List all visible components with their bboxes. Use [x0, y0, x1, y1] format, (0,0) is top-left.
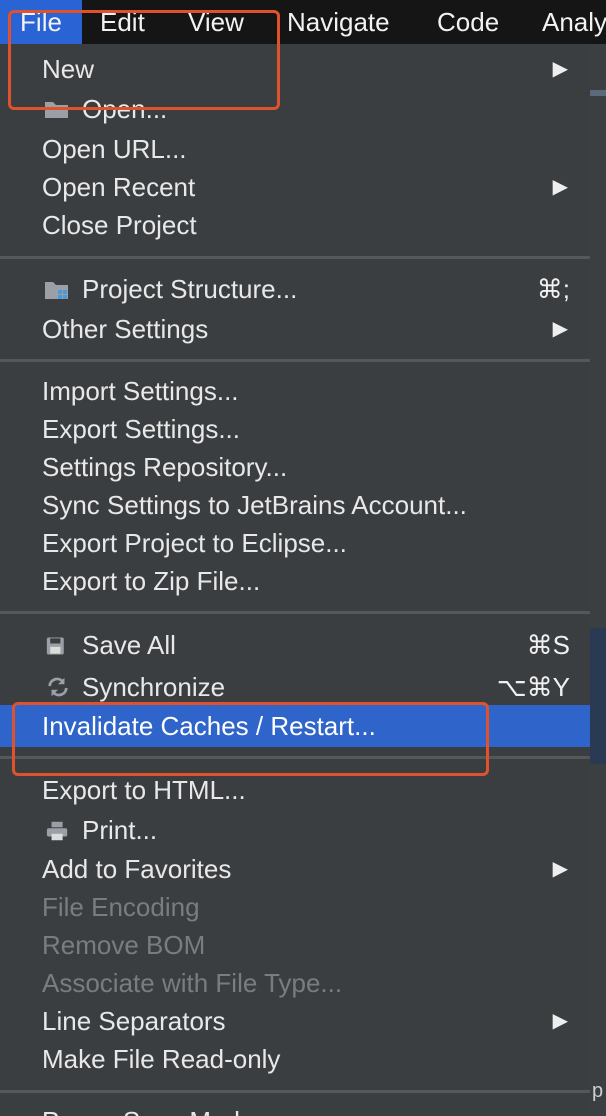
menu-item-label: Add to Favorites: [42, 854, 232, 884]
menu-item-label: Synchronize: [82, 672, 226, 702]
menu-item-open-url[interactable]: Open URL...: [0, 130, 590, 168]
menu-item-label: Settings Repository...: [42, 452, 288, 482]
menu-item-synchronize[interactable]: Synchronize ⌥⌘Y: [0, 668, 590, 706]
menu-item-label: Line Separators: [42, 1006, 226, 1036]
menu-item-close-project[interactable]: Close Project: [0, 206, 590, 244]
menu-item-add-to-favorites[interactable]: Add to Favorites ▶: [0, 850, 590, 888]
submenu-arrow-icon: ▶: [552, 318, 568, 340]
menu-item-label: Export to Zip File...: [42, 566, 261, 596]
background-selection: [590, 628, 606, 764]
background-edge-text: p: [592, 1080, 604, 1102]
printer-icon: [46, 821, 68, 841]
menu-item-export-eclipse[interactable]: Export Project to Eclipse...: [0, 524, 590, 562]
submenu-arrow-icon: ▶: [552, 858, 568, 880]
menu-item-remove-bom: Remove BOM: [0, 926, 590, 964]
menu-item-label: Open Recent: [42, 172, 196, 202]
shortcut-label: ⌥⌘Y: [496, 672, 570, 702]
menu-item-export-html[interactable]: Export to HTML...: [0, 771, 590, 809]
menu-separator: [0, 1090, 590, 1093]
background-tab-indicator: [590, 90, 606, 96]
menu-item-export-zip[interactable]: Export to Zip File...: [0, 562, 590, 600]
menu-item-sync-settings[interactable]: Sync Settings to JetBrains Account...: [0, 486, 590, 524]
refresh-icon: [48, 677, 68, 697]
shortcut-label: ⌘S: [526, 630, 570, 660]
menu-item-project-structure[interactable]: Project Structure... ⌘;: [0, 270, 590, 308]
annotation-highlight-invalidate: [12, 702, 489, 776]
menu-item-label: Remove BOM: [42, 930, 206, 960]
menu-item-label: Import Settings...: [42, 376, 239, 406]
menu-item-label: Project Structure...: [82, 274, 298, 304]
menu-separator: [0, 256, 590, 259]
shortcut-label: ⌘;: [536, 274, 570, 304]
menu-item-settings-repository[interactable]: Settings Repository...: [0, 448, 590, 486]
menu-item-label: Close Project: [42, 210, 197, 240]
menu-item-label: Open URL...: [42, 134, 187, 164]
menu-item-label: Export Settings...: [42, 414, 240, 444]
menu-item-associate-file-type: Associate with File Type...: [0, 964, 590, 1002]
submenu-arrow-icon: ▶: [552, 1010, 568, 1032]
menu-item-export-settings[interactable]: Export Settings...: [0, 410, 590, 448]
save-icon: [46, 637, 64, 655]
menubar-navigate[interactable]: Navigate: [287, 0, 390, 44]
menu-item-label: Associate with File Type...: [42, 968, 343, 998]
menu-item-line-separators[interactable]: Line Separators ▶: [0, 1002, 590, 1040]
annotation-highlight-new: [8, 10, 280, 110]
submenu-arrow-icon: ▶: [552, 58, 568, 80]
menu-item-file-encoding: File Encoding: [0, 888, 590, 926]
menu-item-label: File Encoding: [42, 892, 200, 922]
menu-item-make-read-only[interactable]: Make File Read-only: [0, 1040, 590, 1078]
file-menu: New ▶ Open... Open URL... Open Recent ▶ …: [0, 44, 590, 1116]
menu-item-label: Save All: [82, 630, 176, 660]
menu-item-label: Make File Read-only: [42, 1044, 281, 1074]
menu-item-open-recent[interactable]: Open Recent ▶: [0, 168, 590, 206]
menu-item-power-save-mode[interactable]: Power Save Mode: [0, 1102, 590, 1116]
menu-separator: [0, 359, 590, 362]
menu-item-label: Sync Settings to JetBrains Account...: [42, 490, 467, 520]
menu-separator: [0, 611, 590, 614]
menu-item-label: Export to HTML...: [42, 775, 246, 805]
menu-item-label: Export Project to Eclipse...: [42, 528, 347, 558]
submenu-arrow-icon: ▶: [552, 176, 568, 198]
menubar-code[interactable]: Code: [437, 0, 499, 44]
menu-item-save-all[interactable]: Save All ⌘S: [0, 626, 590, 664]
menu-item-label: Print...: [82, 815, 158, 845]
menubar-analyze[interactable]: Analy: [542, 0, 606, 44]
menu-item-import-settings[interactable]: Import Settings...: [0, 372, 590, 410]
background-editor-strip: p: [590, 44, 606, 1116]
menu-item-print[interactable]: Print...: [0, 811, 590, 849]
project-structure-icon: [45, 282, 68, 299]
menu-item-label: Power Save Mode: [42, 1102, 254, 1116]
menu-item-label: Other Settings: [42, 314, 209, 344]
menu-item-other-settings[interactable]: Other Settings ▶: [0, 310, 590, 348]
